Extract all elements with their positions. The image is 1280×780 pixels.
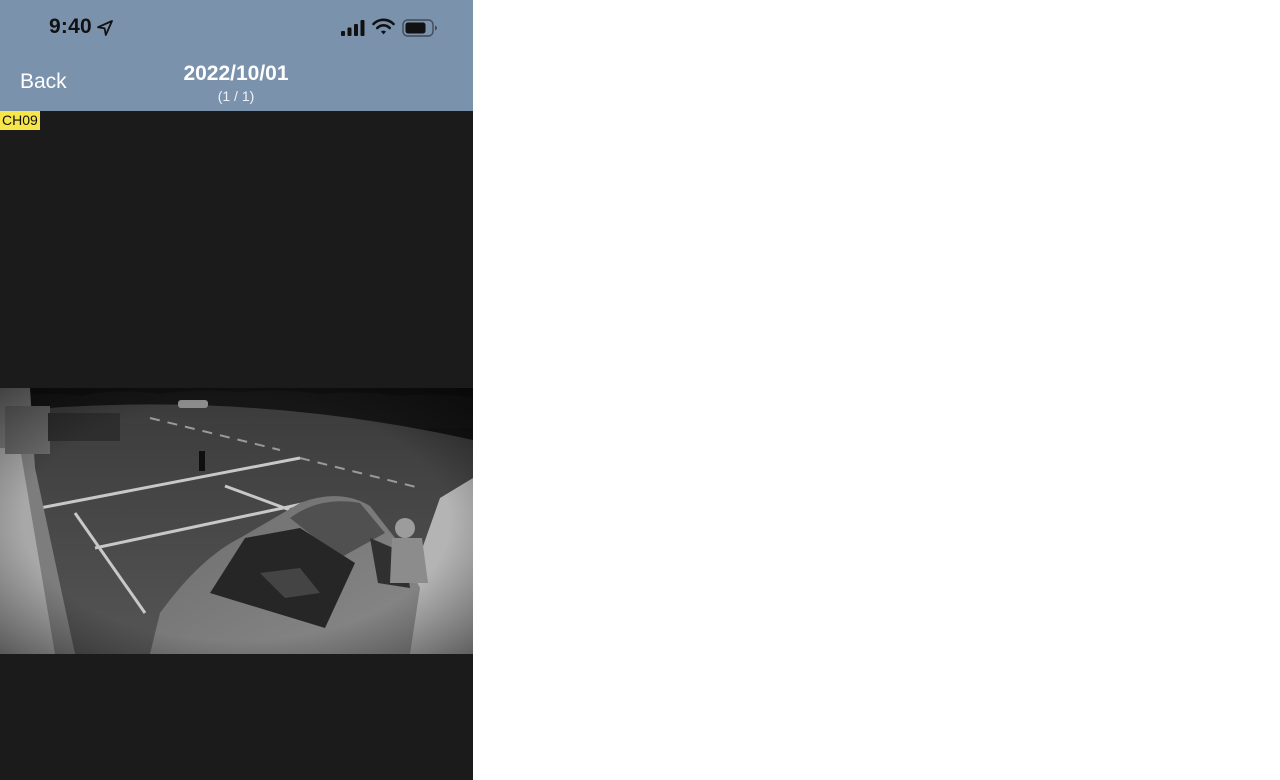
- page-counter: (1 / 1): [217, 88, 255, 104]
- phone-screen: 9:40 Back 2022/10/01 (1 / 1) CH09: [0, 0, 473, 780]
- cellular-signal-icon: [341, 20, 365, 36]
- nav-header: 9:40 Back 2022/10/01 (1 / 1): [0, 0, 473, 111]
- video-area: CH09: [0, 111, 473, 780]
- camera-snapshot[interactable]: [0, 388, 473, 654]
- back-button[interactable]: Back: [20, 70, 67, 94]
- channel-badge: CH09: [0, 111, 40, 130]
- page-title: 2022/10/01: [183, 62, 289, 85]
- battery-icon: [402, 19, 437, 37]
- status-time: 9:40: [49, 15, 92, 38]
- location-arrow-icon: [97, 20, 113, 36]
- status-bar: 9:40: [0, 0, 473, 56]
- wifi-icon: [372, 18, 395, 35]
